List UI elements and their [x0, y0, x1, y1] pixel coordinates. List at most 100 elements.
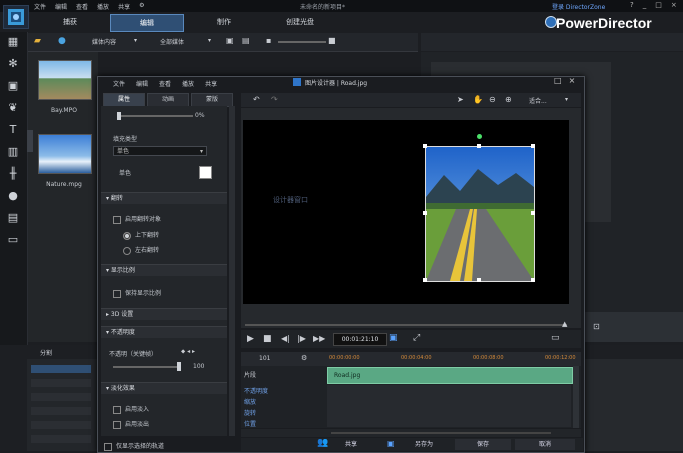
- resize-handle-bm[interactable]: [477, 278, 481, 282]
- thumbnail-zoom-slider[interactable]: [278, 41, 326, 43]
- play-icon[interactable]: ▶: [247, 334, 254, 344]
- help-button[interactable]: ?: [630, 1, 634, 9]
- minimize-button[interactable]: _: [643, 1, 647, 9]
- resize-handle-br[interactable]: [531, 278, 535, 282]
- track-header-fx[interactable]: [31, 407, 91, 415]
- audio-mixing-icon[interactable]: ╫: [5, 166, 21, 182]
- resize-handle-bl[interactable]: [423, 278, 427, 282]
- share-button[interactable]: 共享: [331, 439, 371, 450]
- media-filter-dropdown[interactable]: 媒体内容: [92, 37, 116, 46]
- fade-section-header[interactable]: ▾ 淡化效果: [101, 382, 227, 394]
- solid-color-swatch[interactable]: [199, 166, 212, 179]
- fade-out-checkbox[interactable]: [113, 420, 121, 429]
- particle-room-icon[interactable]: ❦: [5, 100, 21, 116]
- menu-file[interactable]: 文件: [34, 2, 46, 11]
- prev-frame-icon[interactable]: ◀|: [281, 334, 290, 343]
- import-folder-icon[interactable]: ▰: [34, 36, 41, 46]
- opacity-slider-handle[interactable]: [177, 362, 181, 371]
- opacity-section-header[interactable]: ▾ 不透明度: [101, 326, 227, 338]
- keep-aspect-option[interactable]: 保持显示比例: [113, 288, 239, 298]
- show-selected-track-checkbox[interactable]: [104, 442, 112, 451]
- media-filter-chevron-icon[interactable]: ▾: [134, 37, 137, 44]
- snapshot-icon[interactable]: ⊡: [593, 322, 600, 331]
- track-header-video[interactable]: [31, 365, 91, 373]
- track-header-pip[interactable]: [31, 393, 91, 401]
- stop-icon[interactable]: ■: [263, 334, 272, 344]
- media-thumb-nature[interactable]: [38, 134, 92, 174]
- zoom-in-tool-icon[interactable]: ⊕: [505, 95, 512, 104]
- keyframe-nav-icon[interactable]: ⬥ ◂ ▸: [181, 348, 195, 356]
- next-frame-icon[interactable]: |▶: [297, 334, 306, 343]
- track-header-voice[interactable]: [31, 435, 91, 443]
- tab-produce[interactable]: 制作: [188, 14, 260, 30]
- fill-opacity-handle[interactable]: [117, 112, 121, 120]
- resize-handle-ml[interactable]: [423, 211, 427, 215]
- close-button[interactable]: ×: [671, 1, 677, 9]
- dialog-maximize-button[interactable]: □: [554, 76, 562, 85]
- library-menu-icon[interactable]: ▣: [226, 36, 234, 45]
- zoom-fit-dropdown[interactable]: 适合...: [529, 96, 547, 105]
- save-button[interactable]: 保存: [455, 439, 511, 450]
- menu-play[interactable]: 播放: [97, 2, 109, 11]
- tab-edit[interactable]: 编辑: [110, 14, 184, 32]
- track-header-title[interactable]: [31, 421, 91, 429]
- property-scrollbar[interactable]: [229, 106, 235, 436]
- fade-in-option[interactable]: 启用淡入: [113, 404, 239, 414]
- enable-flip-checkbox[interactable]: [113, 215, 121, 224]
- chapter-room-icon[interactable]: ▤: [5, 210, 21, 226]
- zoom-in-icon[interactable]: ■: [328, 36, 336, 45]
- resize-handle-mr[interactable]: [531, 211, 535, 215]
- enable-flip-option[interactable]: 启用翻转对象: [113, 214, 239, 224]
- road-image-object[interactable]: [425, 146, 535, 282]
- undo-icon[interactable]: ↶: [253, 95, 260, 104]
- flip-vertical-radio[interactable]: [123, 231, 131, 240]
- transition-room-icon[interactable]: ▥: [5, 144, 21, 160]
- preview-seek-bar[interactable]: [245, 324, 567, 326]
- 3d-section-header[interactable]: ▸ 3D 设置: [101, 308, 227, 320]
- timeline-scrollbar[interactable]: [573, 366, 579, 428]
- zoom-fit-chevron-icon[interactable]: ▾: [565, 96, 568, 103]
- split-button[interactable]: 分割: [40, 348, 52, 357]
- 3d-mode-icon[interactable]: ▣: [389, 333, 398, 343]
- media-view-dropdown[interactable]: 全部媒体: [160, 37, 184, 46]
- pan-tool-icon[interactable]: ✋: [473, 95, 483, 104]
- dialog-menu-edit[interactable]: 编辑: [136, 79, 148, 90]
- pip-room-icon[interactable]: ▣: [5, 78, 21, 94]
- menu-share[interactable]: 共享: [118, 2, 130, 11]
- maximize-button[interactable]: □: [655, 1, 662, 9]
- rotate-handle[interactable]: [477, 134, 482, 139]
- dialog-close-button[interactable]: ×: [569, 76, 576, 85]
- settings-gear-icon[interactable]: ⚙: [139, 2, 144, 11]
- dialog-menu-play[interactable]: 播放: [182, 79, 194, 90]
- fill-opacity-slider[interactable]: [119, 115, 193, 117]
- flip-horizontal-radio[interactable]: [123, 246, 131, 255]
- tab-create-disc[interactable]: 创建光盘: [264, 14, 336, 30]
- keyframe-area[interactable]: [327, 385, 571, 427]
- resize-handle-tr[interactable]: [531, 144, 535, 148]
- fast-forward-icon[interactable]: ▶▶: [313, 334, 325, 343]
- opacity-slider[interactable]: [113, 366, 179, 368]
- track-header-audio[interactable]: [31, 379, 91, 387]
- timeline-clip-road[interactable]: Road.jpg: [327, 367, 573, 384]
- aspect-section-header[interactable]: ▾ 显示比例: [101, 264, 227, 276]
- title-room-icon[interactable]: T: [5, 122, 21, 138]
- menu-edit[interactable]: 编辑: [55, 2, 67, 11]
- download-globe-icon[interactable]: ●: [58, 36, 66, 46]
- select-tool-icon[interactable]: ➤: [457, 95, 464, 104]
- fade-out-option[interactable]: 启用淡出: [113, 419, 239, 429]
- fullscreen-icon[interactable]: ⤢: [413, 333, 420, 343]
- media-view-chevron-icon[interactable]: ▾: [208, 37, 211, 44]
- timecode-display[interactable]: 00:01:21:10: [333, 333, 387, 346]
- dialog-menu-share[interactable]: 共享: [205, 79, 217, 90]
- fade-in-checkbox[interactable]: [113, 405, 121, 414]
- timeline-hscroll[interactable]: [331, 432, 551, 434]
- resize-handle-tl[interactable]: [423, 144, 427, 148]
- flip-section-header[interactable]: ▾ 翻转: [101, 192, 227, 204]
- library-collapse-handle[interactable]: [27, 130, 33, 152]
- timeline-settings-icon[interactable]: ⚙: [301, 354, 307, 362]
- media-thumb-bay[interactable]: [38, 60, 92, 100]
- zoom-out-tool-icon[interactable]: ⊖: [489, 95, 496, 104]
- tab-properties[interactable]: 属性: [103, 93, 145, 107]
- display-mode-icon[interactable]: ▭: [551, 333, 560, 343]
- show-selected-track-option[interactable]: 仅显示选择的轨道: [104, 441, 164, 451]
